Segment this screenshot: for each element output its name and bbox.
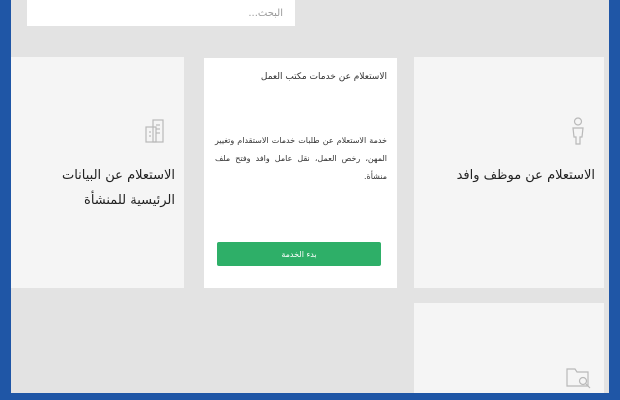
building-icon <box>145 119 165 147</box>
search-input[interactable] <box>27 7 283 19</box>
card-expat-employee-title: الاستعلام عن موظف وافد <box>456 168 595 183</box>
folder-search-icon <box>566 365 592 393</box>
search-box[interactable] <box>27 0 295 26</box>
card-expat-employee[interactable]: الاستعلام عن موظف وافد <box>414 57 604 288</box>
card-labor-office-description: خدمة الاستعلام عن طلبات خدمات الاستقدام … <box>215 136 387 181</box>
page-viewport: الاستعلام عن البيانات الرئيسية للمنشأة ا… <box>11 0 609 393</box>
card-labor-office-title: الاستعلام عن خدمات مكتب العمل <box>260 72 387 82</box>
card-bottom[interactable] <box>414 303 604 393</box>
start-service-button[interactable]: بدء الخدمة <box>217 242 381 266</box>
card-establishment-info[interactable]: الاستعلام عن البيانات الرئيسية للمنشأة <box>11 57 184 288</box>
card-labor-office: الاستعلام عن خدمات مكتب العمل خدمة الاست… <box>204 58 397 288</box>
person-icon <box>570 117 586 149</box>
card-establishment-title: الاستعلام عن البيانات الرئيسية للمنشأة <box>61 168 175 208</box>
